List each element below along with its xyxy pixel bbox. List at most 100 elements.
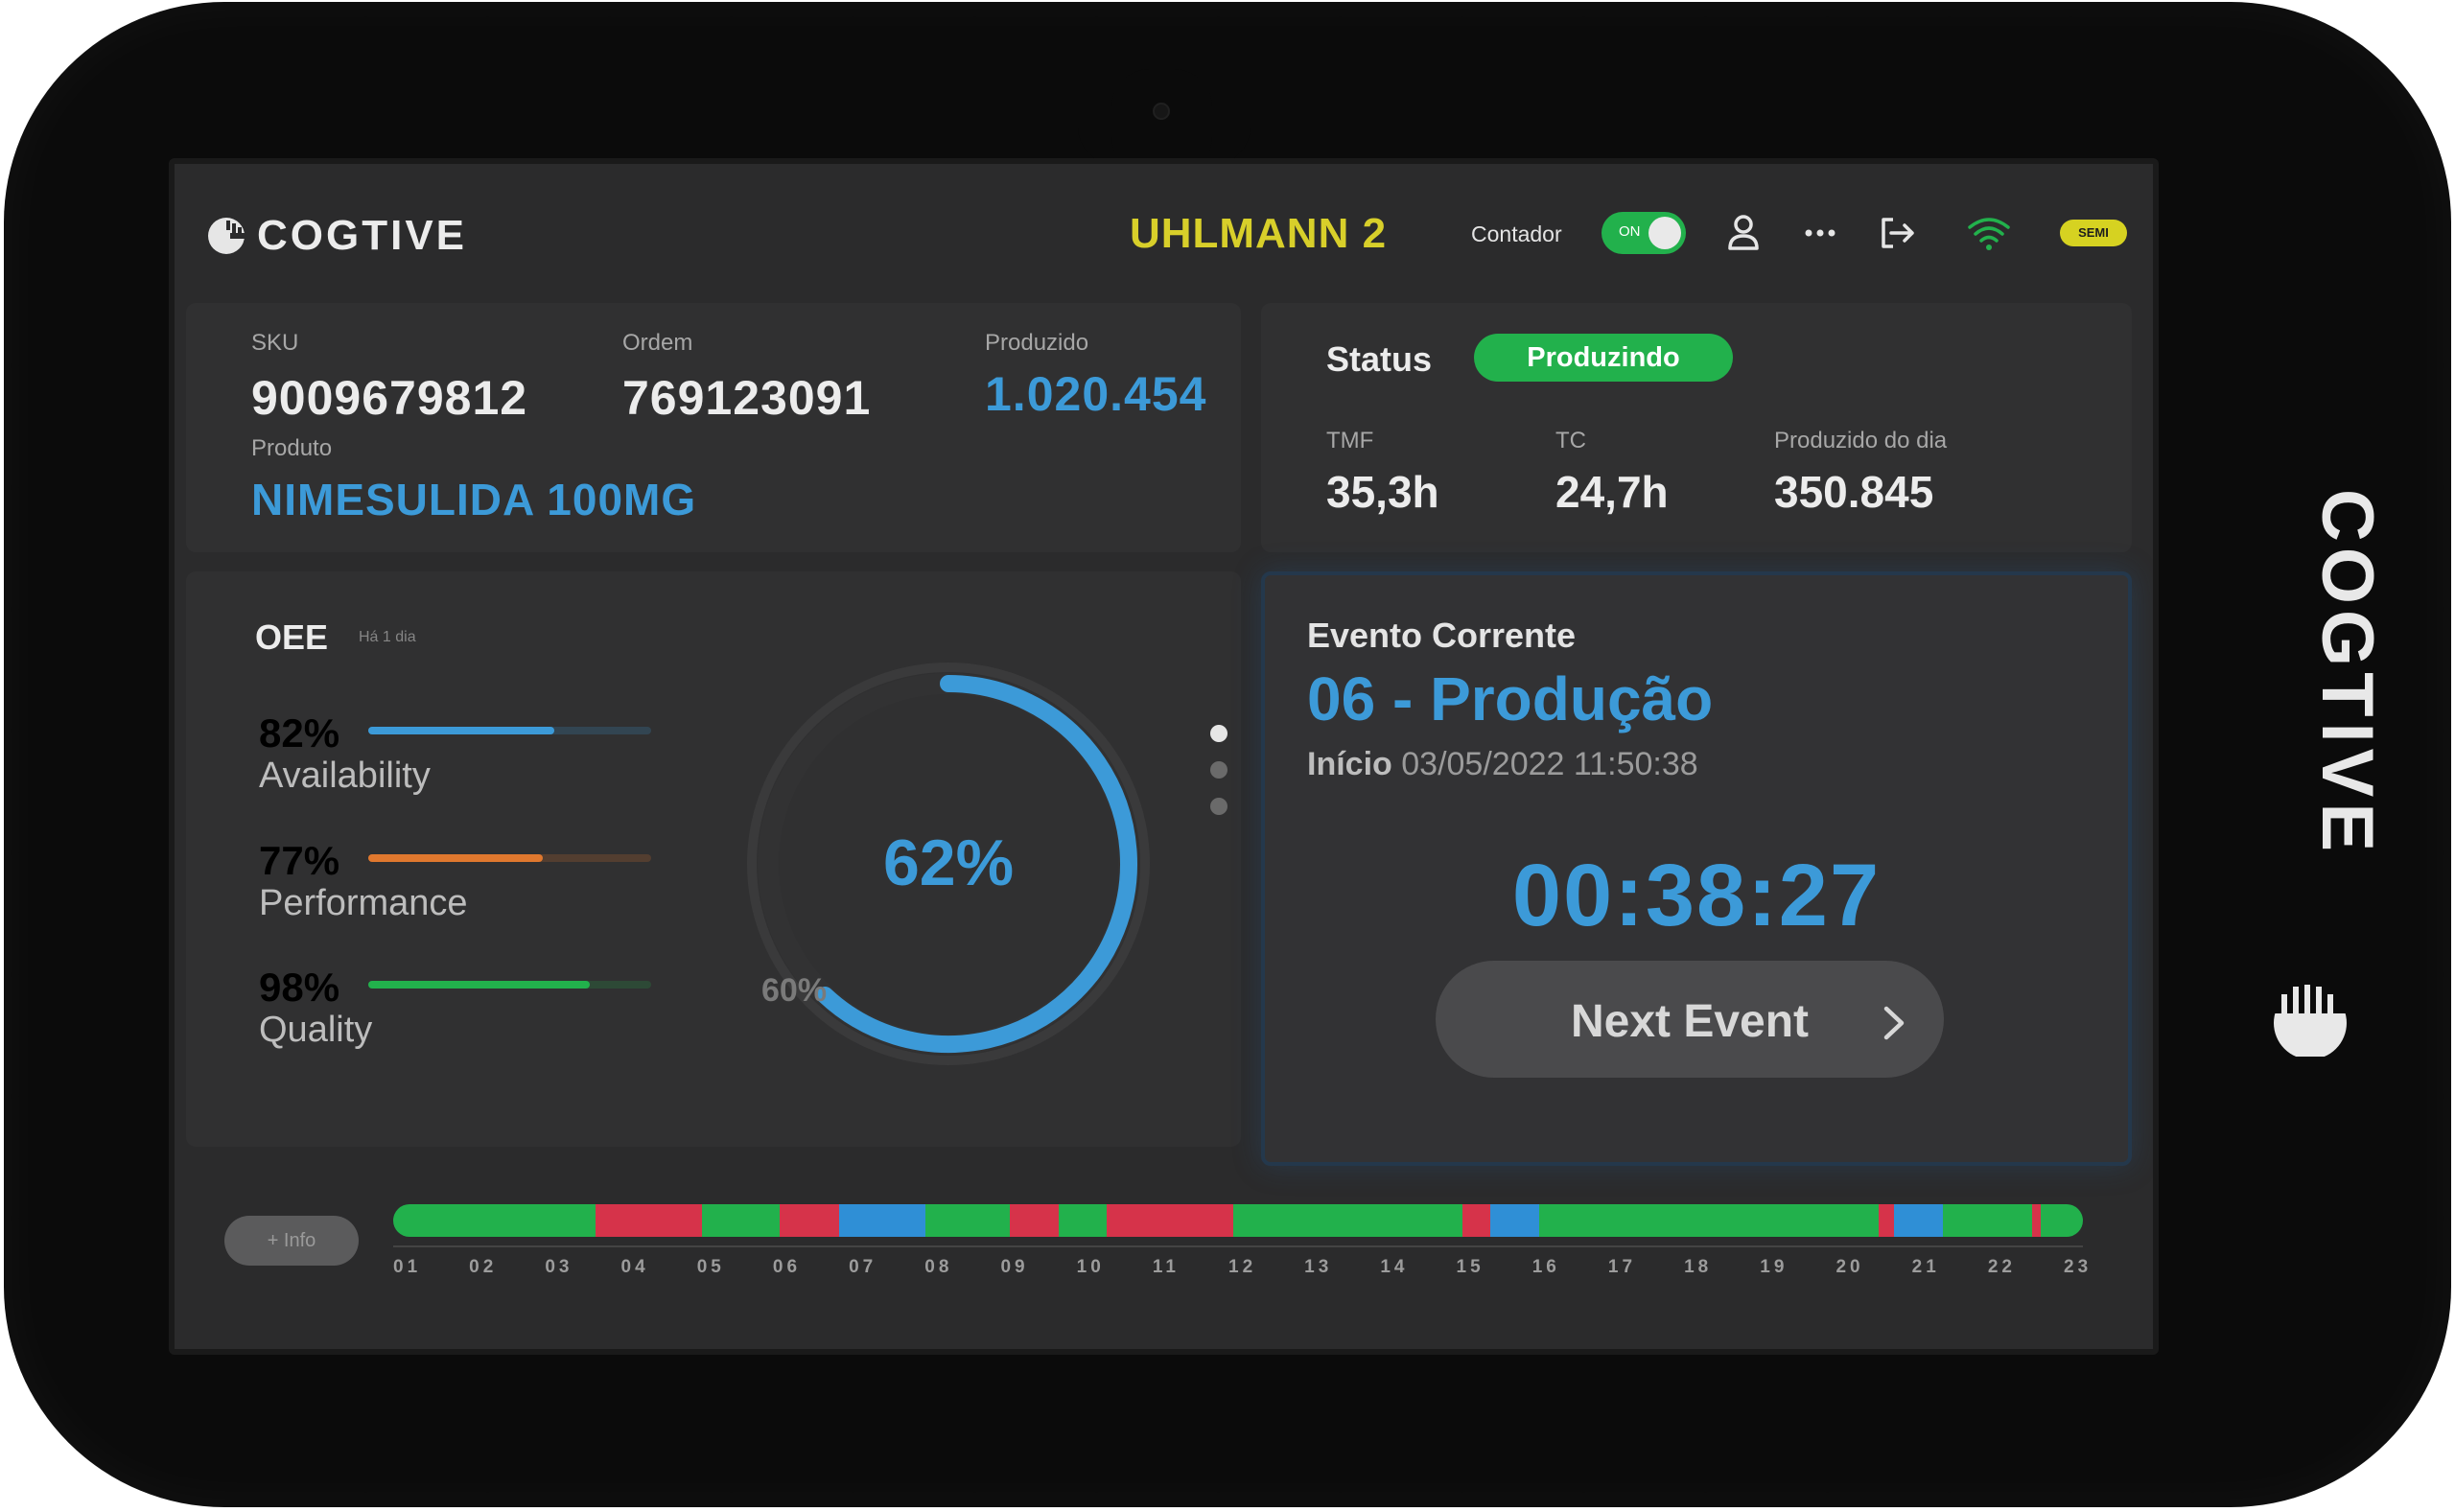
logout-icon[interactable] (1872, 208, 1922, 258)
pager-dot[interactable] (1210, 798, 1228, 815)
timeline-hour-label: 06 (772, 1257, 802, 1277)
pager-dot[interactable] (1210, 761, 1228, 779)
event-start-time: 03/05/2022 11:50:38 (1401, 746, 1698, 782)
order-label: Ordem (622, 330, 693, 356)
timeline-segment-parada[interactable] (1106, 1204, 1234, 1237)
status-badge: Produzindo (1474, 334, 1733, 382)
product-label: Produto (251, 435, 333, 461)
camera-icon (1153, 103, 1170, 120)
daily-produced-label: Produzido do dia (1774, 428, 1948, 454)
timeline-hour-label: 22 (1987, 1257, 2016, 1277)
performance-bar (368, 854, 651, 862)
kpi-bar-fill (368, 854, 543, 862)
cogtive-logo-icon (208, 218, 247, 254)
timeline-hour-label: 05 (696, 1257, 725, 1277)
timeline-segment-parada[interactable] (780, 1204, 840, 1237)
pager-dot-active[interactable] (1210, 725, 1228, 742)
order-info-card: SKU 9009679812 Ordem 769123091 Produzido… (186, 303, 1241, 552)
timeline-hour-label: 03 (545, 1257, 573, 1277)
timeline-segment-produzindo[interactable] (2040, 1204, 2083, 1237)
oee-title: OEE (255, 617, 329, 657)
oee-card: OEE Há 1 dia 82% Availability 77% Perfor… (186, 571, 1241, 1147)
tablet-device: COGTIVE COGTIVE UHLMANN 2 Contador ON SE… (4, 2, 2451, 1507)
timeline-hour-label: 07 (849, 1257, 877, 1277)
more-icon[interactable] (1795, 208, 1845, 258)
timeline-hour-label: 15 (1456, 1257, 1485, 1277)
timeline-segment-produzindo[interactable] (702, 1204, 781, 1237)
counter-toggle[interactable]: ON (1602, 212, 1686, 254)
quality-bar (368, 981, 651, 989)
side-brand-text: COGTIVE (2306, 489, 2377, 857)
performance-pct: 77% (259, 838, 340, 883)
event-heading: Evento Corrente (1307, 616, 1577, 655)
timeline-hour-label: 23 (2064, 1257, 2093, 1277)
toggle-knob (1648, 217, 1681, 249)
performance-label: Performance (259, 883, 468, 923)
next-event-label: Next Event (1570, 996, 1810, 1047)
kpi-bar-fill (368, 727, 554, 734)
timeline-segment-produzindo[interactable] (1538, 1204, 1880, 1237)
produced-label: Produzido (985, 330, 1089, 356)
timeline-segment-setup[interactable] (1893, 1204, 1944, 1237)
sku-label: SKU (251, 330, 299, 356)
status-label: Status (1326, 339, 1433, 379)
timeline-hour-label: 02 (469, 1257, 498, 1277)
timeline-hour-label: 21 (1911, 1257, 1940, 1277)
timeline-hour-label: 04 (620, 1257, 649, 1277)
sku-value: 9009679812 (251, 371, 528, 425)
current-event-card: Evento Corrente 06 - Produção Início 03/… (1261, 571, 2132, 1166)
app-screen: COGTIVE UHLMANN 2 Contador ON SEMI SKU 9… (169, 158, 2159, 1355)
status-card: Status Produzindo TMF 35,3h TC 24,7h Pro… (1261, 303, 2132, 552)
next-event-button[interactable]: Next Event (1436, 961, 1944, 1078)
event-start: Início 03/05/2022 11:50:38 (1307, 746, 1698, 783)
tmf-label: TMF (1326, 428, 1374, 454)
counter-toggle-state: ON (1619, 223, 1641, 240)
cogtive-logo: COGTIVE (205, 212, 467, 260)
timeline-segment-parada[interactable] (596, 1204, 703, 1237)
counter-label: Contador (1471, 221, 1562, 246)
product-value: NIMESULIDA 100MG (251, 475, 697, 524)
timeline-hour-label: 20 (1835, 1257, 1864, 1277)
timeline-segment-produzindo[interactable] (393, 1204, 596, 1237)
timeline-hour-label: 18 (1684, 1257, 1713, 1277)
timeline-hour-label: 08 (924, 1257, 953, 1277)
timeline-segment-produzindo[interactable] (1942, 1204, 2033, 1237)
timeline-hour-label: 14 (1380, 1257, 1409, 1277)
produced-value: 1.020.454 (985, 367, 1207, 421)
kpi-bar-fill (368, 981, 591, 989)
quality-pct: 98% (259, 965, 340, 1010)
timeline-segment-produzindo[interactable] (1059, 1204, 1108, 1237)
wifi-icon (1964, 208, 2014, 258)
timeline-hour-label: 19 (1760, 1257, 1789, 1277)
timeline-segment-parada[interactable] (1010, 1204, 1060, 1237)
oee-value: 62% (882, 826, 1015, 899)
availability-bar (368, 727, 651, 734)
timeline-segment-parada[interactable] (1462, 1204, 1491, 1237)
event-timer: 00:38:27 (1511, 847, 1882, 944)
user-icon[interactable] (1718, 208, 1768, 258)
timeline-segment-produzindo[interactable] (925, 1204, 1011, 1237)
chevron-right-icon (1883, 1006, 1905, 1040)
production-timeline[interactable] (393, 1204, 2083, 1237)
more-info-button[interactable]: + Info (224, 1216, 359, 1266)
timeline-segment-parada[interactable] (1878, 1204, 1895, 1237)
event-name: 06 - Produção (1307, 664, 1714, 733)
availability-pct: 82% (259, 710, 340, 756)
timeline-segment-setup[interactable] (1489, 1204, 1540, 1237)
timeline-hour-label: 01 (393, 1257, 422, 1277)
timeline-hour-label: 13 (1304, 1257, 1333, 1277)
quality-label: Quality (259, 1010, 373, 1050)
timeline-segment-produzindo[interactable] (1232, 1204, 1463, 1237)
timeline-hour-label: 17 (1607, 1257, 1637, 1277)
order-value: 769123091 (622, 371, 872, 425)
availability-label: Availability (259, 756, 431, 796)
tc-label: TC (1555, 428, 1586, 454)
timeline-baseline (393, 1245, 2083, 1247)
tmf-value: 35,3h (1326, 467, 1439, 517)
oee-target: 60% (761, 972, 828, 1009)
timeline-hour-label: 09 (1000, 1257, 1029, 1277)
timeline-hour-label: 10 (1076, 1257, 1105, 1277)
event-start-label: Início (1307, 746, 1392, 782)
timeline-segment-setup[interactable] (839, 1204, 926, 1237)
oee-period: Há 1 dia (359, 629, 416, 645)
